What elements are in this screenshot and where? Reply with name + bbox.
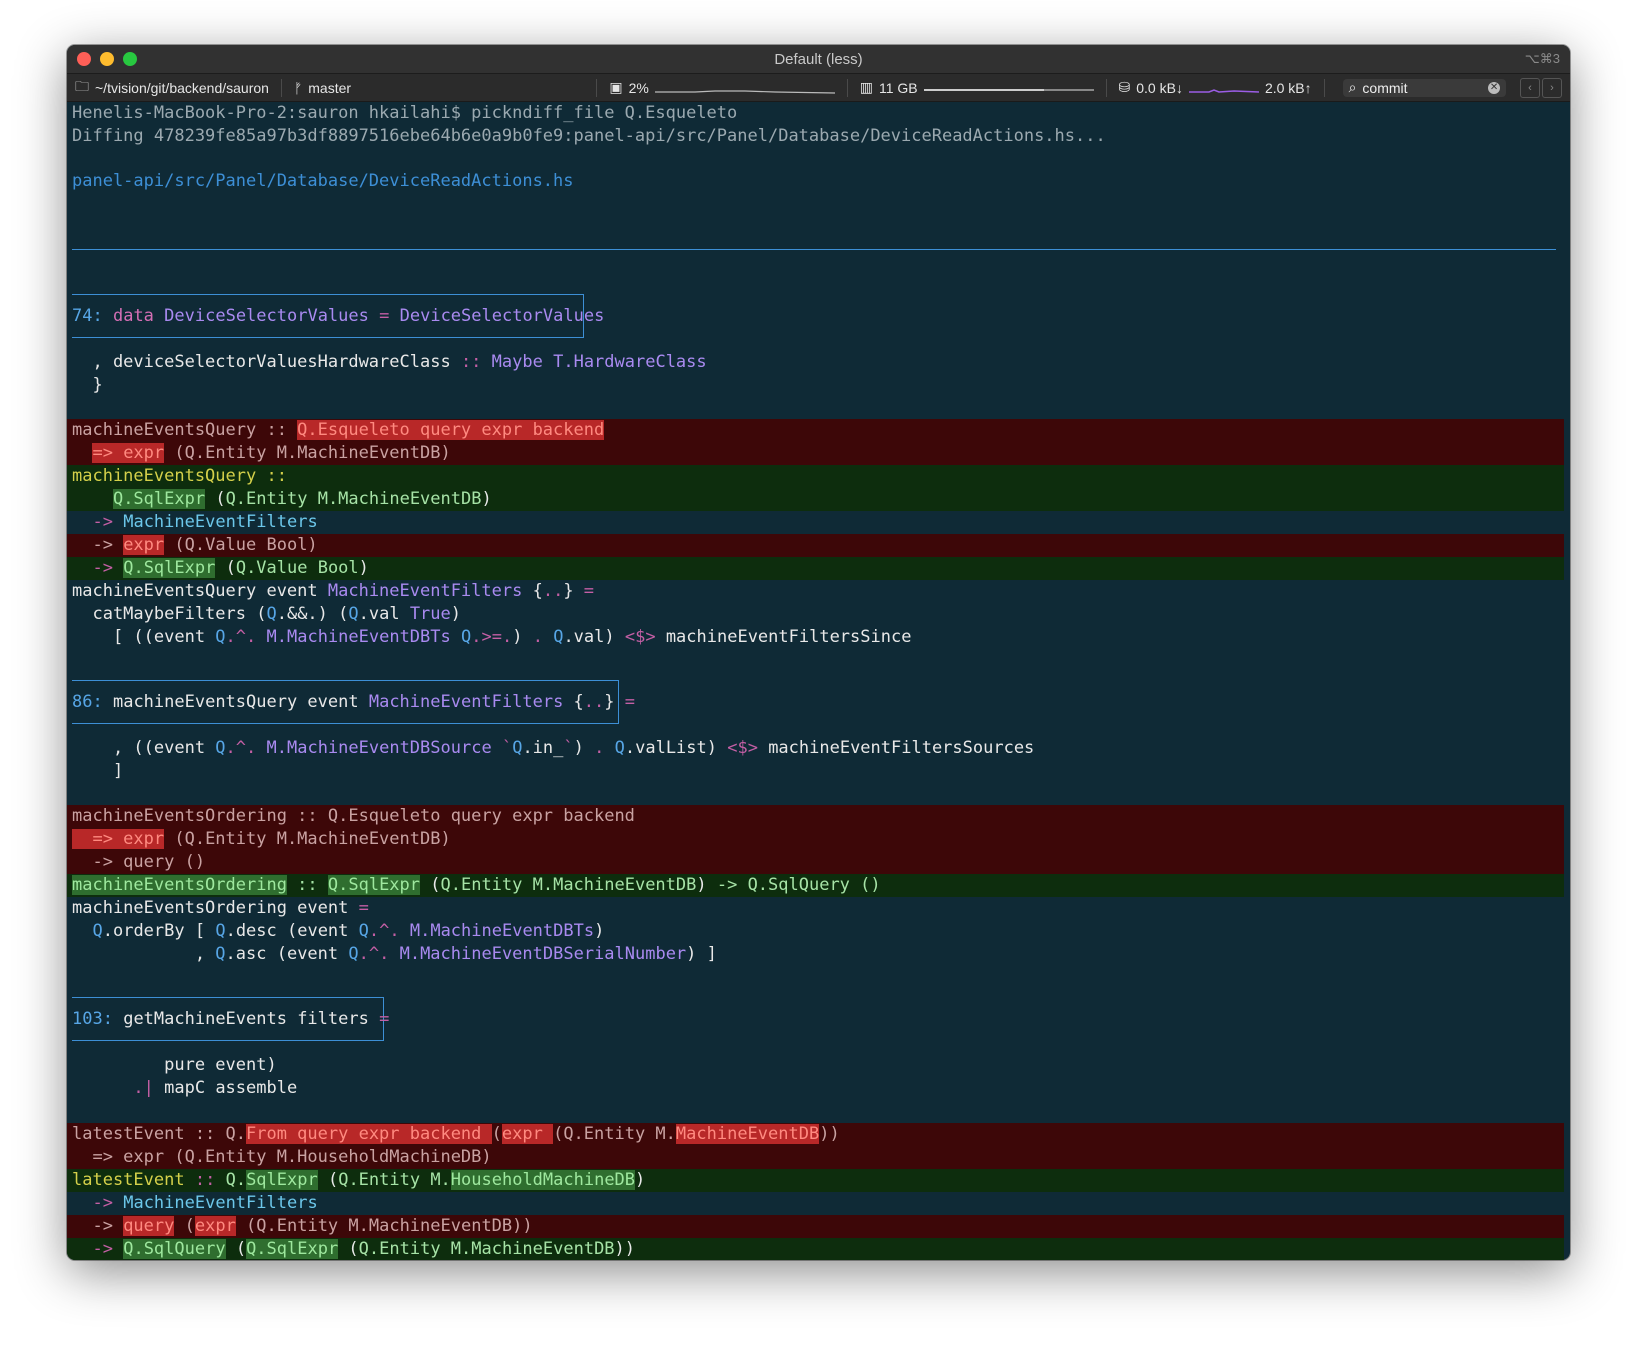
hunk-header: 86: machineEventsQuery event MachineEven… [72,692,636,712]
cpu-sparkline [654,89,835,94]
code-line: Q.orderBy [ Q.desc (event Q.^. M.Machine… [92,921,605,941]
close-window-button[interactable] [77,52,91,66]
branch-icon: ᚠ [293,79,303,96]
code-line: pure event) [72,1055,277,1075]
divider [280,78,282,97]
git-branch-component[interactable]: ᚠ master [294,80,351,96]
search-icon: ⌕ [1348,79,1357,95]
code-line: ] [72,761,124,781]
next-match-button[interactable]: › [1542,77,1563,98]
added-line: latestEvent :: Q.SqlExpr (Q.Entity M.Hou… [67,1169,1564,1192]
deleted-line: => expr (Q.Entity M.MachineEventDB) [67,442,1564,465]
divider [846,78,848,97]
cpu-icon: ▣ [609,79,623,95]
cpu-component[interactable]: ▣ 2% [609,79,835,96]
deleted-line: machineEventsOrdering :: Q.Esqueleto que… [67,805,1564,828]
divider [1323,78,1325,97]
find-input[interactable]: ⌕ commit ✕ [1342,78,1507,97]
hunk-header-text: data DeviceSelectorValues = DeviceSelect… [112,306,605,326]
network-component[interactable]: ⛁ 0.0 kB↓ 2.0 kB↑ [1119,79,1312,96]
diffing-line: Diffing 478239fe85a97b3df8897516ebe64b6e… [72,125,1106,146]
code-line: .| mapC assemble [133,1078,298,1098]
added-line: -> Q.SqlQuery (Q.SqlExpr (Q.Entity M.Mac… [67,1238,1564,1260]
file-header: panel-api/src/Panel/Database/DeviceReadA… [72,171,574,191]
deleted-line: latestEvent :: Q.From query expr backend… [67,1123,1564,1146]
added-line: Q.SqlExpr (Q.Entity M.MachineEventDB) [67,488,1564,511]
window-title: Default (less) [774,50,863,68]
terminal-window: Default (less) ⌥⌘3 🗀 ~/tvision/git/backe… [67,45,1570,1260]
code-line: , Q.asc (event Q.^. M.MachineEventDBSeri… [72,944,717,964]
hunk-header: 74: data DeviceSelectorValues = DeviceSe… [72,306,605,326]
added-line: -> Q.SqlExpr (Q.Value Bool) [67,557,1564,580]
deleted-line: => expr (Q.Entity M.MachineEventDB) [67,828,1564,851]
hunk-header: 103: getMachineEvents filters = [72,1009,390,1029]
code-line: , ((event Q.^. M.MachineEventDBSource `Q… [72,738,1035,758]
code-line: catMaybeFilters (Q.&&.) (Q.val True) [72,604,462,624]
clear-search-icon[interactable]: ✕ [1488,81,1501,94]
memory-usage: 11 GB [878,79,918,96]
terminal-output[interactable]: Henelis-MacBook-Pro-2:sauron hkailahi$ p… [67,102,1570,1260]
divider [1105,78,1107,97]
window-controls [77,52,137,66]
code-line: -> MachineEventFilters [92,512,318,532]
network-icon: ⛁ [1118,79,1131,95]
git-branch: master [308,79,352,96]
added-line: machineEventsQuery :: [67,465,1564,488]
previous-match-button[interactable]: ‹ [1520,77,1541,98]
code-line: machineEventsOrdering event = [72,898,369,918]
zoom-window-button[interactable] [123,52,137,66]
prompt-line: Henelis-MacBook-Pro-2:sauron hkailahi$ p… [72,103,738,123]
hunk-header-text: machineEventsQuery event MachineEventFil… [112,692,636,712]
deleted-line: -> expr (Q.Value Bool) [67,534,1564,557]
file-header-underline [72,249,1556,250]
code-line: [ ((event Q.^. M.MachineEventDBTs Q.>=.)… [72,627,912,647]
search-navigation: ‹ › [1520,77,1563,98]
status-bar: 🗀 ~/tvision/git/backend/sauron ᚠ master … [67,74,1570,102]
added-line: machineEventsOrdering :: Q.SqlExpr (Q.En… [67,874,1564,897]
memory-icon: ▥ [859,79,873,95]
hunk-header-text: getMachineEvents filters = [123,1009,390,1029]
code-line: } [72,375,103,395]
path-component[interactable]: 🗀 ~/tvision/git/backend/sauron [75,76,269,100]
memory-component[interactable]: ▥ 11 GB [860,79,1094,96]
network-down: 0.0 kB↓ [1136,79,1183,96]
title-bar: Default (less) ⌥⌘3 [67,45,1570,74]
window-shortcut: ⌥⌘3 [1524,51,1560,66]
deleted-line: machineEventsQuery :: Q.Esqueleto query … [67,419,1564,442]
code-line: -> MachineEventFilters [92,1193,318,1213]
cpu-usage: 2% [628,79,649,96]
search-value: commit [1362,79,1408,96]
current-path: ~/tvision/git/backend/sauron [95,79,269,96]
folder-icon: 🗀 [75,77,89,94]
network-up: 2.0 kB↑ [1264,79,1312,96]
deleted-line: => expr (Q.Entity M.HouseholdMachineDB) [67,1146,1564,1169]
minimize-window-button[interactable] [100,52,114,66]
code-line: , deviceSelectorValuesHardwareClass :: M… [72,352,707,372]
deleted-line: -> query () [67,851,1564,874]
divider [596,78,598,97]
code-line: machineEventsQuery event MachineEventFil… [72,581,595,601]
network-sparkline [1188,88,1259,93]
deleted-line: -> query (expr (Q.Entity M.MachineEventD… [67,1215,1564,1238]
memory-bar [923,88,1094,91]
